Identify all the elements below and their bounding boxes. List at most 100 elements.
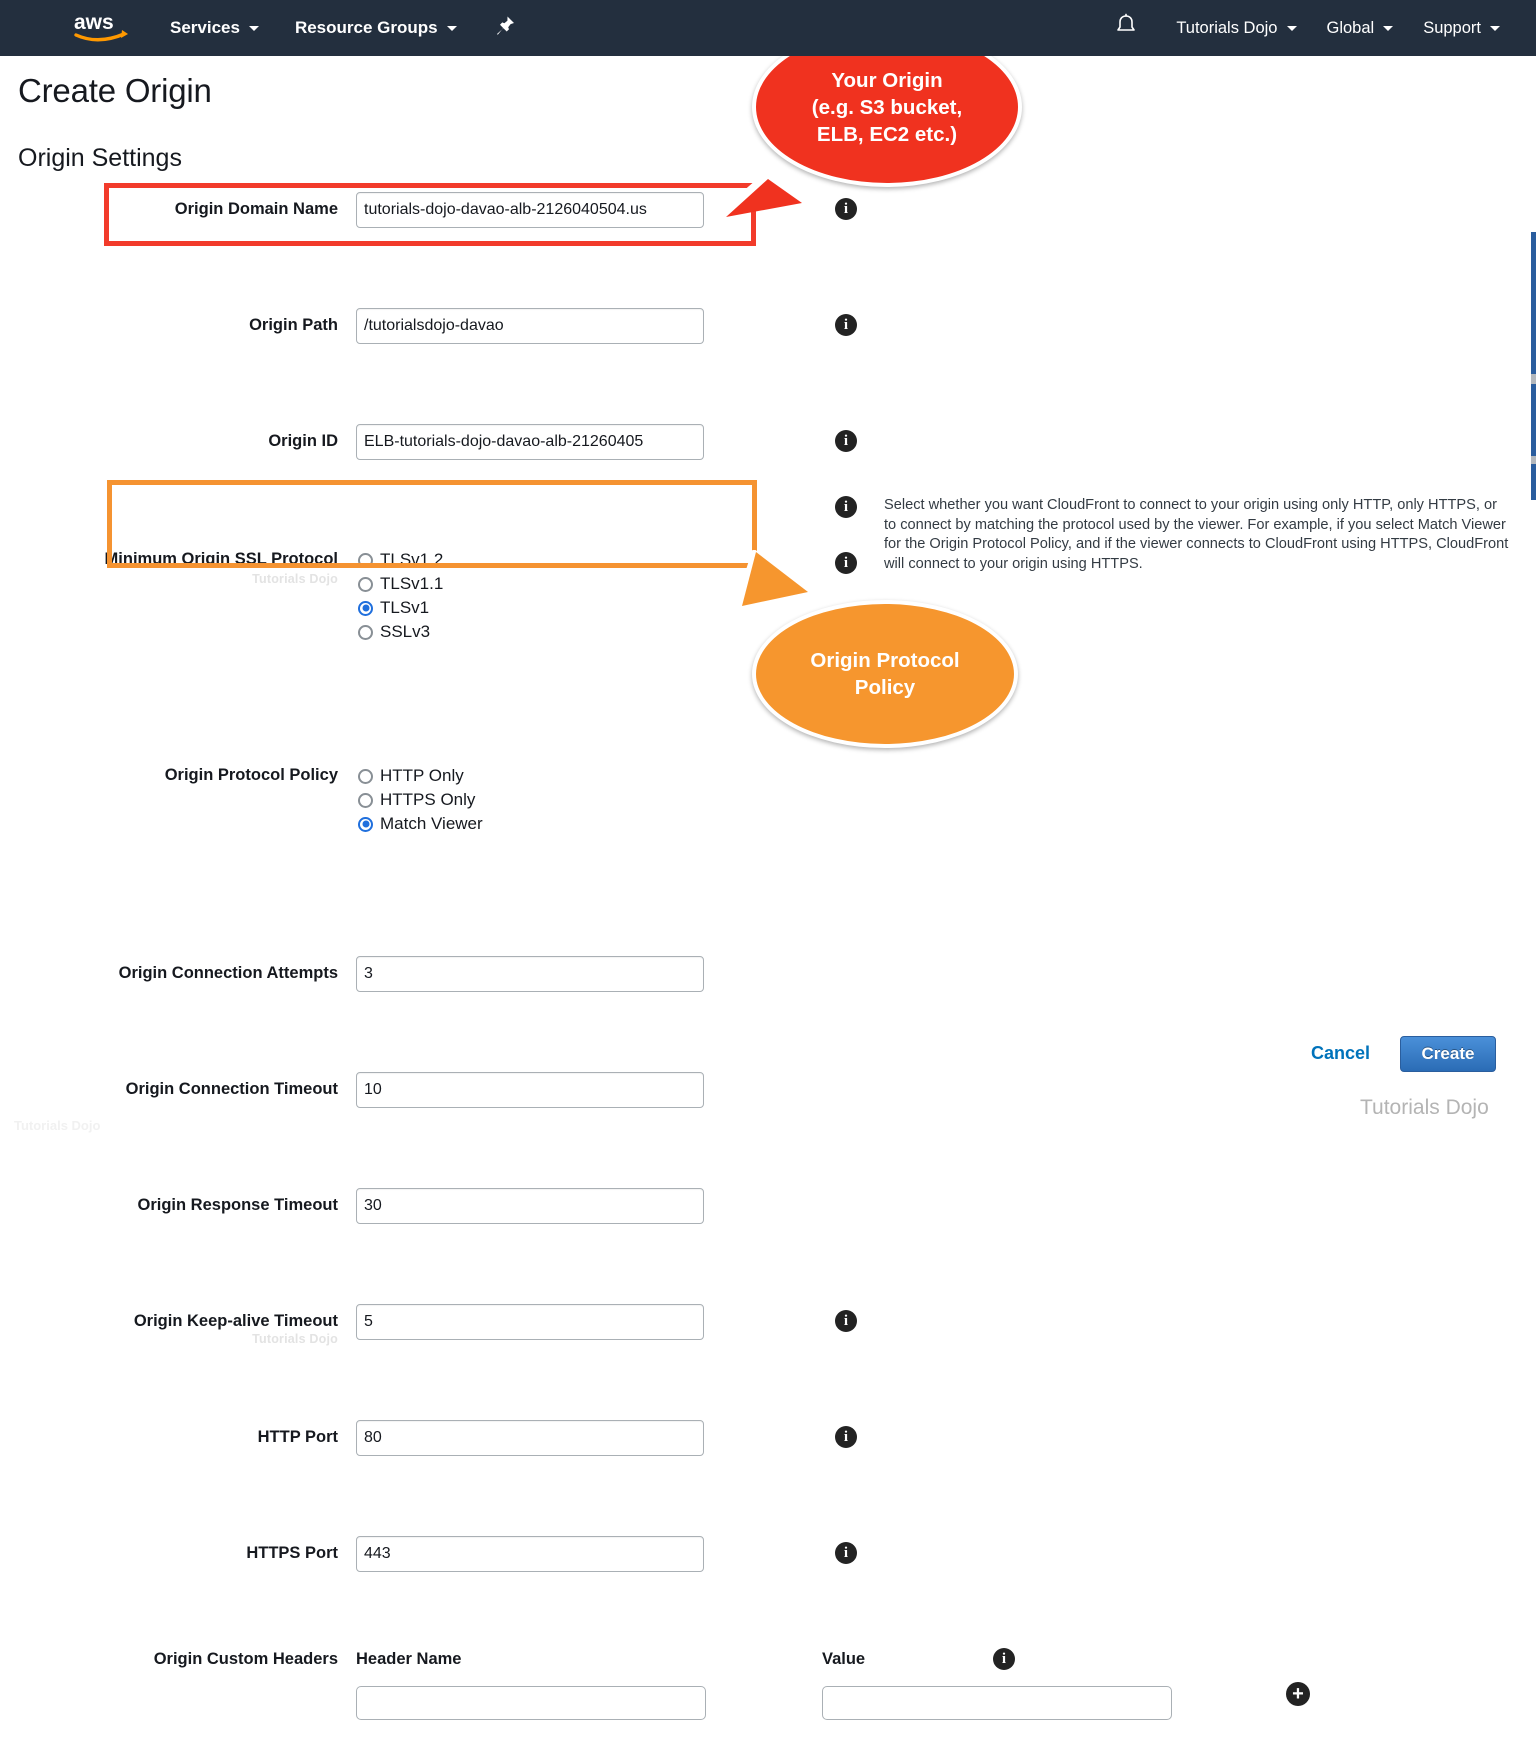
http-port-input[interactable]: [356, 1420, 704, 1456]
nav-services[interactable]: Services: [170, 18, 259, 38]
origin-connection-attempts-input[interactable]: [356, 956, 704, 992]
right-edge-gap: [1531, 374, 1536, 384]
https-port-input[interactable]: [356, 1536, 704, 1572]
radio-https-only[interactable]: HTTPS Only: [358, 788, 483, 812]
origin-connection-attempts-label: Origin Connection Attempts: [118, 964, 338, 982]
radio-button-icon: [358, 624, 373, 640]
nav-account-tutorials-dojo[interactable]: Tutorials Dojo: [1176, 18, 1297, 38]
https-port-label: HTTPS Port: [246, 1544, 338, 1562]
right-edge-nav-fill: [1528, 0, 1536, 56]
custom-headers-info-icon[interactable]: i: [993, 1648, 1015, 1670]
chevron-down-icon: [1490, 25, 1500, 31]
chevron-down-icon: [248, 25, 259, 31]
callout-origin-protocol-policy: Origin Protocol Policy: [735, 550, 1018, 748]
origin-id-input[interactable]: [356, 424, 704, 460]
field-row-origin-connection-attempts: Origin Connection Attempts: [0, 954, 1528, 1012]
right-edge-scroll-segment[interactable]: [1531, 384, 1536, 456]
https-port-info-icon[interactable]: i: [835, 1542, 857, 1564]
plus-icon[interactable]: +: [1286, 1682, 1310, 1706]
origin-protocol-policy-help-text: Select whether you want CloudFront to co…: [884, 497, 1509, 572]
nav-region-global[interactable]: Global: [1327, 19, 1394, 38]
field-row-origin-id: Origin ID i: [0, 422, 1528, 480]
radio-http-only[interactable]: HTTP Only: [358, 764, 483, 788]
cancel-button[interactable]: Cancel: [1311, 1043, 1370, 1064]
watermark-bottom-left: Tutorials Dojo: [14, 1118, 101, 1133]
radio-button-selected-icon: [358, 600, 373, 616]
callout-origin-protocol-policy-line2: Policy: [854, 676, 916, 699]
create-button[interactable]: Create: [1400, 1036, 1496, 1072]
right-edge-panel: [1528, 0, 1536, 1149]
min-ssl-watermark: Tutorials Dojo: [252, 572, 338, 586]
bell-icon[interactable]: [1114, 13, 1138, 44]
radio-match-viewer[interactable]: Match Viewer: [358, 812, 483, 836]
chevron-down-icon: [1286, 25, 1297, 31]
field-row-origin-custom-headers: Origin Custom Headers Header Name Value …: [0, 1648, 1528, 1760]
http-port-info-icon[interactable]: i: [835, 1426, 857, 1448]
origin-custom-headers-label: Origin Custom Headers: [153, 1650, 338, 1668]
highlight-box-origin-protocol-policy: [107, 480, 757, 568]
origin-keepalive-timeout-label: Origin Keep-alive Timeout: [133, 1312, 338, 1330]
origin-protocol-policy-radio-group: HTTP Only HTTPS Only Match Viewer: [358, 764, 483, 836]
radio-button-selected-icon: [358, 816, 373, 832]
radio-match-viewer-label: Match Viewer: [380, 814, 483, 833]
nav-support[interactable]: Support: [1423, 19, 1500, 38]
origin-protocol-policy-label: Origin Protocol Policy: [164, 766, 338, 784]
field-row-http-port: HTTP Port i: [0, 1418, 1528, 1476]
field-row-origin-keepalive-timeout: Origin Keep-alive Timeout Tutorials Dojo…: [0, 1302, 1528, 1360]
nav-account-label: Tutorials Dojo: [1176, 18, 1278, 37]
svg-text:aws: aws: [74, 11, 114, 34]
origin-id-info-icon[interactable]: i: [835, 430, 857, 452]
nav-right-group: Tutorials Dojo Global Support: [1114, 13, 1500, 44]
origin-response-timeout-label: Origin Response Timeout: [137, 1196, 338, 1214]
field-row-https-port: HTTPS Port i: [0, 1534, 1528, 1592]
right-edge-scroll-segment[interactable]: [1531, 232, 1536, 374]
callout-your-origin-line3: ELB, EC2 etc.): [816, 122, 958, 146]
origin-path-label: Origin Path: [249, 316, 338, 334]
field-row-origin-connection-timeout: Origin Connection Timeout: [0, 1070, 1528, 1128]
callout-your-origin-line2: (e.g. S3 bucket,: [811, 95, 963, 119]
origin-keepalive-watermark: Tutorials Dojo: [252, 1332, 338, 1346]
custom-header-name-input[interactable]: [356, 1686, 706, 1720]
radio-tlsv11-label: TLSv1.1: [380, 574, 444, 593]
aws-top-navigation-bar: aws Services Resource Groups Tutorials D…: [0, 0, 1528, 56]
watermark-bottom-right: Tutorials Dojo: [1360, 1096, 1489, 1119]
radio-tlsv1[interactable]: TLSv1: [358, 596, 443, 620]
custom-header-value-input[interactable]: [822, 1686, 1172, 1720]
radio-sslv3-label: SSLv3: [380, 622, 431, 641]
origin-protocol-policy-info-icon[interactable]: i: [835, 496, 857, 518]
origin-keepalive-timeout-info-icon[interactable]: i: [835, 1310, 857, 1332]
field-row-origin-protocol-policy: Origin Protocol Policy HTTP Only HTTPS O…: [0, 762, 1528, 852]
right-edge-gap: [1531, 456, 1536, 464]
chevron-down-icon: [446, 25, 457, 31]
radio-tlsv1-label: TLSv1: [380, 598, 430, 617]
radio-button-icon: [358, 576, 373, 592]
right-edge-scroll-segment[interactable]: [1531, 464, 1536, 500]
nav-resource-groups-label: Resource Groups: [294, 18, 438, 37]
custom-headers-name-column-header: Header Name: [356, 1650, 462, 1668]
section-title: Origin Settings: [18, 144, 182, 172]
chevron-down-icon: [1383, 25, 1394, 31]
highlight-box-origin-domain-name: [104, 183, 756, 246]
origin-connection-timeout-label: Origin Connection Timeout: [125, 1080, 338, 1098]
nav-services-label: Services: [170, 18, 240, 37]
page-title: Create Origin: [18, 72, 212, 109]
radio-tlsv11[interactable]: TLSv1.1: [358, 572, 443, 596]
radio-https-only-label: HTTPS Only: [380, 790, 476, 809]
origin-path-input[interactable]: [356, 308, 704, 344]
field-row-origin-response-timeout: Origin Response Timeout: [0, 1186, 1528, 1244]
origin-connection-timeout-input[interactable]: [356, 1072, 704, 1108]
origin-id-label: Origin ID: [268, 432, 338, 450]
radio-http-only-label: HTTP Only: [380, 766, 464, 785]
aws-logo[interactable]: aws: [72, 11, 134, 45]
radio-sslv3[interactable]: SSLv3: [358, 620, 443, 644]
http-port-label: HTTP Port: [257, 1428, 338, 1446]
origin-keepalive-timeout-input[interactable]: [356, 1304, 704, 1340]
nav-resource-groups[interactable]: Resource Groups: [295, 18, 457, 38]
nav-region-label: Global: [1326, 18, 1375, 37]
radio-button-icon: [358, 792, 373, 808]
radio-button-icon: [358, 768, 373, 784]
pushpin-icon[interactable]: [495, 15, 515, 42]
custom-headers-value-column-header: Value: [822, 1650, 866, 1668]
callout-your-origin-line1: Your Origin: [831, 68, 943, 92]
origin-response-timeout-input[interactable]: [356, 1188, 704, 1224]
